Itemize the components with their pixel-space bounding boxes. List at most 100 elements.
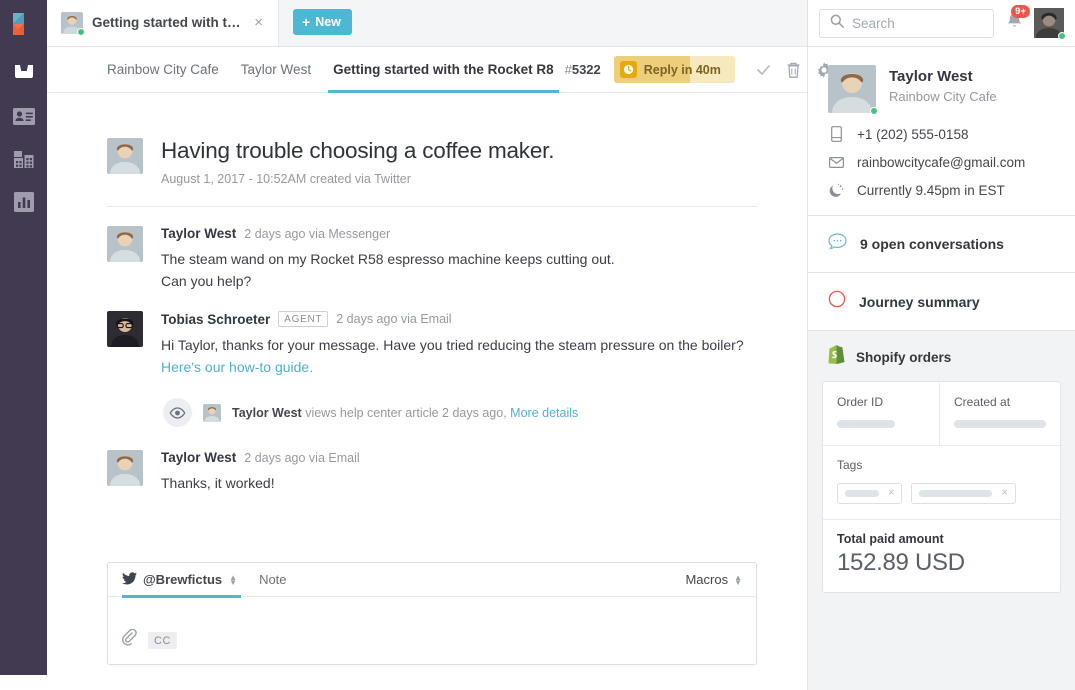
conversation-thread: Having trouble choosing a coffee maker. … — [47, 93, 807, 540]
resolve-check-icon[interactable] — [749, 55, 779, 85]
header-actions: #5322 Reply in 40m — [565, 55, 839, 85]
search-field[interactable] — [819, 9, 994, 38]
chevron-updown-icon[interactable]: ▲▼ — [229, 575, 237, 585]
message-link[interactable]: Here's our how-to guide. — [161, 359, 313, 375]
message-text: Hi Taylor, thanks for your message. Have… — [161, 334, 757, 378]
sidebar-item-inbox[interactable] — [11, 60, 37, 86]
avatar — [107, 226, 143, 262]
journey-summary-row[interactable]: Journey summary — [808, 273, 1075, 331]
twitter-icon — [122, 572, 137, 588]
status-dot — [870, 107, 878, 115]
message-author: Tobias Schroeter — [161, 312, 270, 327]
plus-icon: + — [302, 15, 310, 29]
sidebar-item-contacts[interactable] — [11, 103, 37, 129]
total-paid-value: 152.89 USD — [837, 549, 1046, 577]
sidebar-item-reports[interactable] — [11, 189, 37, 215]
contact-avatar — [828, 65, 876, 113]
reply-composer-wrapper: @Brewfictus ▲▼ Note Macros ▲▼ CC — [47, 540, 807, 678]
macros-label: Macros — [685, 572, 728, 587]
contact-card: Taylor West Rainbow City Cafe +1 (202) 5… — [808, 47, 1075, 216]
message-author: Taylor West — [161, 450, 236, 465]
bar-chart-icon — [14, 192, 34, 212]
right-sidebar: 9+ Taylor West — [807, 0, 1075, 690]
breadcrumb-item-contact[interactable]: Taylor West — [230, 47, 322, 93]
created-at-placeholder — [954, 420, 1046, 428]
message-author: Taylor West — [161, 226, 236, 241]
close-icon[interactable]: × — [888, 488, 894, 499]
open-conversations-label: 9 open conversations — [860, 236, 1004, 252]
contact-row-phone[interactable]: +1 (202) 555-0158 — [828, 126, 1055, 142]
order-id-label: Order ID — [837, 395, 925, 409]
sla-label: Reply in 40m — [644, 63, 721, 77]
activity-event: Taylor West views help center article 2 … — [161, 378, 757, 431]
search-icon — [830, 14, 844, 33]
ticket-number-value: 5322 — [572, 62, 601, 77]
kayako-logo[interactable] — [10, 10, 38, 38]
message-body: Hi Taylor, thanks for your message. Have… — [161, 337, 744, 353]
left-rail — [0, 0, 47, 675]
tags-label: Tags — [837, 458, 1046, 472]
topbar: 9+ — [808, 0, 1075, 47]
breadcrumb-item-conversation[interactable]: Getting started with the Rocket R8 — [322, 47, 565, 93]
message-text: Thanks, it worked! — [161, 472, 757, 494]
breadcrumb-item-organization[interactable]: Rainbow City Cafe — [107, 47, 230, 93]
page-title: Having trouble choosing a coffee maker. — [161, 138, 554, 164]
shopify-bag-icon — [828, 345, 845, 369]
tag-chip[interactable]: × — [837, 483, 902, 504]
close-icon[interactable]: × — [251, 13, 266, 32]
contact-row-email[interactable]: rainbowcitycafe@gmail.com — [828, 155, 1055, 170]
main-column: Getting started with the R… × + New Rain… — [47, 0, 807, 690]
trash-icon[interactable] — [779, 55, 809, 85]
sla-badge[interactable]: Reply in 40m — [614, 56, 735, 83]
contact-name: Taylor West — [889, 68, 997, 85]
phone-icon — [828, 126, 845, 142]
ticket-number: #5322 — [565, 62, 601, 77]
tag-placeholder — [845, 490, 879, 497]
conversation-header: Rainbow City Cafe Taylor West Getting st… — [47, 47, 807, 93]
avatar-menu[interactable] — [1034, 8, 1064, 38]
moon-clock-icon — [828, 183, 845, 198]
order-tags-section: Tags × × — [823, 445, 1060, 519]
journey-circle-icon — [828, 290, 846, 313]
composer-textarea[interactable] — [108, 597, 756, 629]
created-at-cell: Created at — [939, 382, 1060, 445]
paperclip-icon[interactable] — [122, 629, 137, 651]
open-conversations-row[interactable]: 9 open conversations — [808, 216, 1075, 273]
message-meta: 2 days ago via Email — [244, 451, 359, 465]
macros-dropdown[interactable]: Macros ▲▼ — [685, 572, 742, 587]
activity-description: views help center article 2 days ago, — [305, 406, 507, 420]
message-meta: 2 days ago via Messenger — [244, 227, 390, 241]
eye-icon — [163, 398, 192, 427]
tab-channel-twitter[interactable]: @Brewfictus ▲▼ — [122, 563, 249, 597]
shopify-orders-title: Shopify orders — [856, 350, 951, 365]
new-button-label: New — [315, 15, 341, 29]
conversation-tab-title: Getting started with the R… — [92, 15, 242, 30]
tag-chip[interactable]: × — [911, 483, 1015, 504]
composer-toolbar: CC — [108, 629, 756, 664]
conversation-tabstrip: Getting started with the R… × + New — [47, 0, 807, 47]
more-details-link[interactable]: More details — [510, 406, 578, 420]
message-item: Taylor West 2 days ago via Email Thanks,… — [107, 431, 757, 494]
search-input[interactable] — [852, 16, 983, 31]
message-text: Can you help? — [161, 270, 757, 292]
order-id-cell: Order ID — [823, 382, 939, 445]
contact-phone: +1 (202) 555-0158 — [857, 127, 968, 142]
notifications-button[interactable]: 9+ — [1004, 10, 1024, 36]
rail-nav — [11, 60, 37, 215]
contact-organization: Rainbow City Cafe — [889, 89, 997, 104]
close-icon[interactable]: × — [1001, 488, 1007, 499]
activity-event-text: Taylor West views help center article 2 … — [232, 406, 578, 420]
sidebar-item-organizations[interactable] — [11, 146, 37, 172]
avatar — [107, 450, 143, 486]
status-dot — [77, 28, 85, 36]
avatar — [107, 138, 143, 174]
conversation-tab[interactable]: Getting started with the R… × — [47, 0, 279, 46]
ticket-hash: # — [565, 62, 572, 77]
cc-button[interactable]: CC — [148, 632, 177, 649]
created-at-label: Created at — [954, 395, 1046, 409]
avatar — [203, 404, 221, 422]
composer-channel-label: @Brewfictus — [143, 572, 222, 587]
new-button[interactable]: + New — [293, 9, 352, 35]
message-item: Tobias Schroeter AGENT 2 days ago via Em… — [107, 292, 757, 431]
tab-note[interactable]: Note — [249, 563, 296, 597]
